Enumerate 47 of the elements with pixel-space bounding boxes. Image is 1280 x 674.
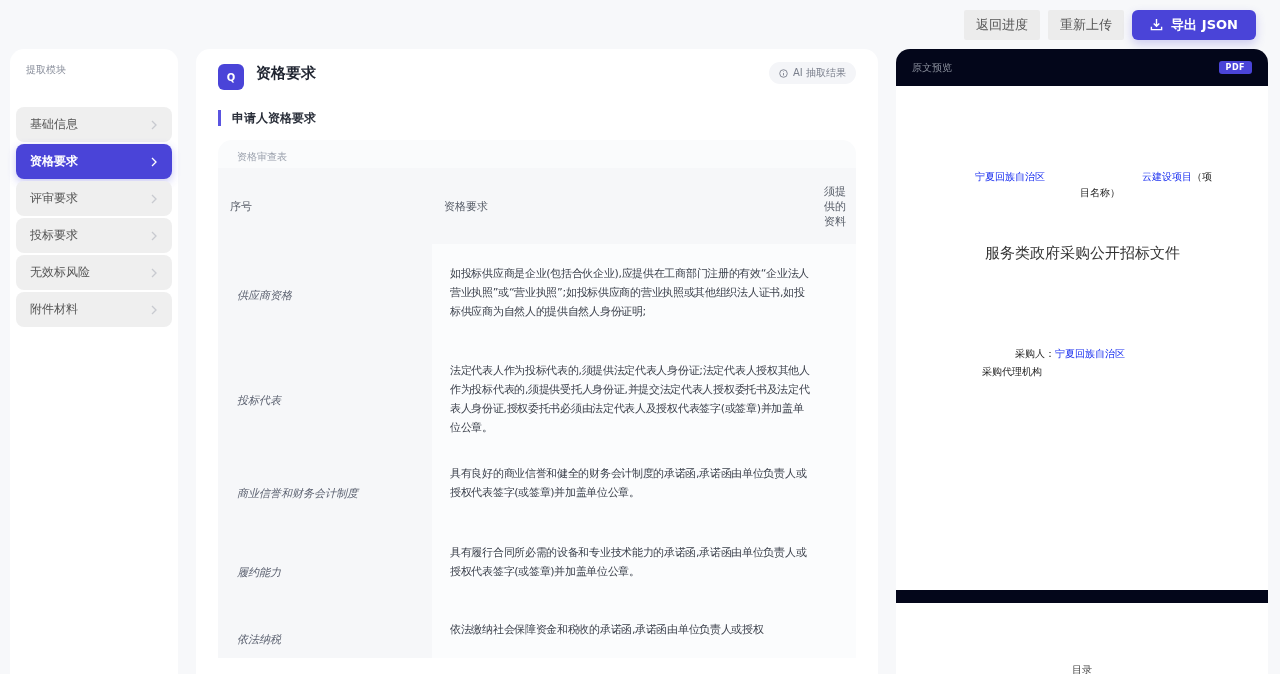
sidebar-item-label: 附件材料 (30, 301, 78, 318)
export-button[interactable]: 导出 JSON (1132, 9, 1256, 40)
sidebar-item[interactable]: 附件材料 (16, 292, 172, 327)
sidebar-item-label: 无效标风险 (30, 264, 90, 281)
section-title: 资格要求 (256, 63, 317, 83)
chevron-right-icon (150, 267, 158, 278)
toolbar-button[interactable]: 返回进度 (964, 9, 1041, 40)
chevron-right-icon (150, 230, 158, 241)
sidebar-item[interactable]: 投标要求 (16, 218, 172, 253)
info-icon (779, 68, 789, 78)
download-icon (1150, 18, 1164, 31)
document-text: 目名称） (1080, 186, 1120, 200)
sidebar-item-label: 基础信息 (30, 116, 78, 133)
column-header: 序号 (218, 168, 432, 244)
document-text: 采购人：宁夏回族自治区 (1015, 347, 1125, 361)
chevron-right-icon (150, 119, 158, 130)
document-text: 云建设项目（项 (1142, 170, 1212, 184)
document-text: 采购代理机构 (982, 365, 1042, 379)
chevron-right-icon (150, 304, 158, 315)
sidebar-item-label: 投标要求 (30, 227, 78, 244)
document-text: 宁夏回族自治区 (975, 170, 1045, 184)
table-caption: 资格审查表 (236, 150, 288, 164)
table-cell: 投标代表 (218, 347, 432, 454)
sidebar-item-label: 资格要求 (30, 153, 78, 170)
toc-title: 目录 (1071, 663, 1093, 674)
table-cell: 供应商资格 (218, 244, 432, 347)
sidebar-item[interactable]: 评审要求 (16, 181, 172, 216)
subsection-heading: 申请人资格要求 (218, 110, 856, 126)
sidebar-item[interactable]: 无效标风险 (16, 255, 172, 290)
ai-tag-label: AI 抽取结果 (793, 66, 846, 80)
file-type-badge: PDF (1218, 61, 1252, 74)
chevron-right-icon (150, 156, 158, 167)
document-title: 服务类政府采购公开招标文件 (983, 244, 1181, 263)
table-cell: 商业信誉和财务会计制度 (218, 454, 432, 533)
preview-title: 原文预览 (912, 60, 952, 75)
table-cell: 依法纳税 (218, 612, 432, 658)
table-cell: 如投标供应商是企业(包括合伙企业),应提供在工商部门注册的有效“企业法人营业执照”或“营业执照”;如投标供应商的营业执照或其他组织法人证书,如投标供应商为自然人的提供自然人身份证明; (432, 244, 816, 347)
section-badge: Q (218, 64, 244, 90)
sidebar-item[interactable]: 基础信息 (16, 107, 172, 142)
column-header: 资格要求 (432, 168, 816, 244)
chevron-right-icon (150, 193, 158, 204)
sidebar-title: 提取模块 (25, 63, 67, 77)
table-cell: 履约能力 (218, 533, 432, 612)
column-header: 须提供的资料 (816, 168, 856, 244)
toolbar-button[interactable]: 重新上传 (1048, 9, 1125, 40)
sidebar-item[interactable]: 资格要求 (16, 144, 172, 179)
sidebar-item-label: 评审要求 (30, 190, 78, 207)
